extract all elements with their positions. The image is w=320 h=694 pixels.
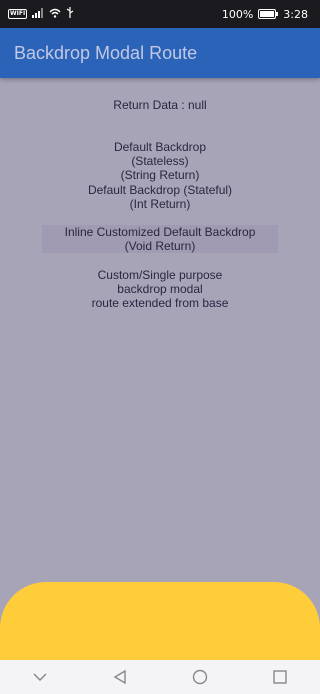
clock: 3:28 xyxy=(283,7,308,21)
signal-icon xyxy=(32,7,44,21)
system-nav-bar xyxy=(0,660,320,694)
chevron-down-icon[interactable] xyxy=(24,661,56,693)
inline-customized-backdrop-button[interactable]: Inline Customized Default Backdrop (Void… xyxy=(42,225,278,253)
home-circle-icon[interactable] xyxy=(184,661,216,693)
return-data-text: Return Data : null xyxy=(113,98,207,112)
default-backdrop-stateful-button[interactable]: Default Backdrop (Stateful) (Int Return) xyxy=(82,183,238,211)
recents-square-icon[interactable] xyxy=(264,661,296,693)
battery-percent: 100% xyxy=(221,7,254,21)
default-backdrop-stateless-button[interactable]: Default Backdrop (Stateless) (String Ret… xyxy=(80,140,240,182)
status-left: WIFI xyxy=(8,7,74,21)
app-bar: Backdrop Modal Route xyxy=(0,28,320,78)
usb-icon xyxy=(66,7,74,21)
custom-backdrop-route-button[interactable]: Custom/Single purpose backdrop modal rou… xyxy=(80,268,240,310)
status-right: 100% 3:28 xyxy=(222,8,308,21)
backdrop-modal-sheet[interactable] xyxy=(0,582,320,660)
battery-icon xyxy=(258,9,279,19)
status-bar: WIFI 100% 3:28 xyxy=(0,0,320,28)
main-content: Return Data : null Default Backdrop (Sta… xyxy=(0,78,320,582)
sim-icon: WIFI xyxy=(8,9,28,19)
back-triangle-icon[interactable] xyxy=(104,661,136,693)
page-title: Backdrop Modal Route xyxy=(14,42,198,63)
wifi-icon xyxy=(49,8,61,21)
